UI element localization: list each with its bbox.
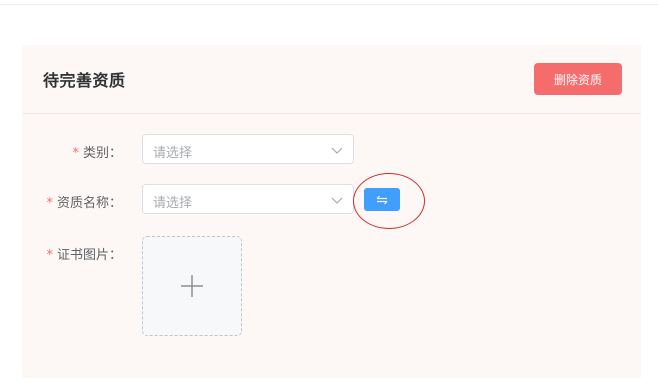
certificate-image-label: * 证书图片：	[16, 244, 122, 263]
certificate-image-upload[interactable]	[142, 236, 242, 336]
card-title: 待完善资质	[43, 71, 126, 90]
qualification-name-label-text: 资质名称：	[56, 196, 122, 211]
required-mark: *	[72, 146, 79, 161]
chevron-down-icon	[331, 197, 343, 204]
annotation-circle	[353, 173, 425, 229]
delete-qualification-button[interactable]: 删除资质	[534, 63, 622, 95]
required-mark: *	[46, 248, 53, 263]
top-divider	[0, 4, 658, 5]
qualification-name-label: * 资质名称：	[16, 192, 122, 211]
category-label: * 类别：	[16, 142, 122, 161]
category-label-text: 类别：	[82, 146, 122, 161]
chevron-down-icon	[331, 147, 343, 154]
category-select[interactable]: 请选择	[142, 134, 354, 164]
certificate-image-label-text: 证书图片：	[56, 248, 122, 263]
qualification-name-select[interactable]: 请选择	[142, 184, 354, 214]
required-mark: *	[46, 196, 53, 211]
card-header: 待完善资质 删除资质	[22, 45, 641, 114]
plus-icon	[181, 275, 203, 297]
qualification-name-select-placeholder: 请选择	[153, 196, 193, 211]
category-select-placeholder: 请选择	[153, 146, 193, 161]
